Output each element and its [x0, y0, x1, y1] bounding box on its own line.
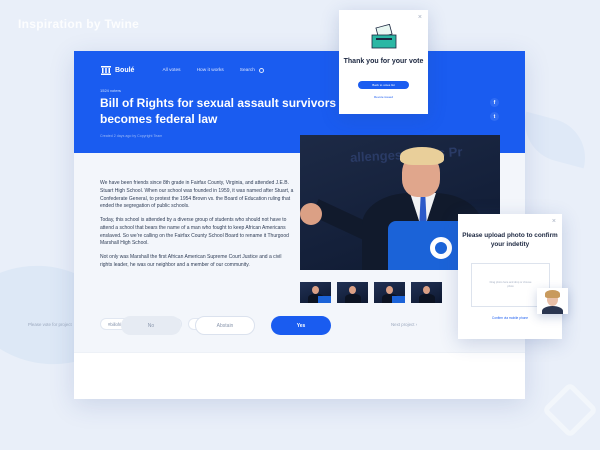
thank-you-popup: × Thank you for your vote Back to votes … — [339, 10, 428, 114]
next-project-link[interactable]: Next project › — [391, 322, 417, 327]
upload-photo-popup: × Please upload photo to confirm your in… — [458, 214, 562, 339]
columns-logo-icon — [101, 65, 111, 75]
thumbnail-image[interactable] — [300, 282, 331, 303]
vote-yes-button[interactable]: Yes — [271, 316, 331, 335]
thumb-face — [386, 286, 393, 294]
ballot-box-icon — [371, 24, 397, 49]
nav-link-all-votes[interactable]: All votes — [162, 68, 180, 73]
thumbnail-image[interactable] — [411, 282, 442, 303]
chevron-right-icon: › — [415, 322, 418, 327]
facebook-icon[interactable]: f — [490, 98, 499, 107]
article-paragraph: Today, this school is attended by a dive… — [100, 217, 289, 247]
created-meta: Created 2 days ago by Copyright Team — [100, 134, 163, 138]
nav-search-label: Search — [239, 67, 255, 73]
vote-no-button[interactable]: No — [121, 316, 181, 335]
upload-title: Please upload photo to confirm your inde… — [462, 232, 558, 248]
thumb-podium — [318, 296, 331, 303]
nav-link-how-it-works[interactable]: How it works — [197, 68, 224, 73]
user-photo-avatar — [537, 288, 568, 314]
close-icon[interactable]: × — [552, 218, 556, 225]
page-title: Bill of Rights for sexual assault surviv… — [100, 96, 337, 126]
search-icon — [258, 67, 264, 73]
thumb-body — [345, 294, 361, 303]
background-decoration — [516, 111, 594, 169]
vote-footer — [74, 352, 525, 399]
top-nav: Boulé All votes How it works Search — [101, 64, 264, 76]
avatar-hair — [545, 290, 560, 298]
nav-search[interactable]: Search — [239, 67, 264, 73]
vote-abstain-button[interactable]: Abstain — [195, 316, 255, 335]
thumbnail-image[interactable] — [337, 282, 368, 303]
close-icon[interactable]: × — [418, 14, 422, 21]
voter-count: 1524 voters — [100, 88, 121, 93]
article-text: We have been friends since 8th grade in … — [100, 180, 295, 276]
thumb-face — [312, 286, 319, 294]
thumb-face — [423, 286, 430, 294]
photo-thumbnails — [300, 282, 448, 303]
vote-hint: Please vote for project — [28, 322, 72, 327]
photo-podium-logo — [430, 237, 452, 259]
photo-hand — [300, 203, 322, 225]
article-paragraph: Not only was Marshall the first African … — [100, 254, 282, 268]
back-to-votes-button[interactable]: Back to votes list — [358, 81, 409, 89]
brand-logo[interactable]: Boulé — [115, 67, 134, 74]
watermark-text: Inspiration by Twine — [18, 17, 140, 31]
thumb-podium — [392, 296, 405, 303]
thumb-body — [419, 294, 435, 303]
photo-hair — [400, 147, 444, 165]
avatar-shoulders — [542, 306, 563, 314]
thank-you-title: Thank you for your vote — [343, 58, 424, 65]
thumbnail-image[interactable] — [374, 282, 405, 303]
confirm-via-phone-link[interactable]: Confirm via mobile phone — [458, 316, 562, 320]
article-paragraph: We have been friends since 8th grade in … — [100, 180, 294, 210]
next-project-label: Next project — [391, 322, 415, 327]
thumb-face — [349, 286, 356, 294]
twitter-icon[interactable]: t — [490, 112, 499, 121]
revote-link[interactable]: Revote issued — [339, 95, 428, 99]
watermark-logo-icon — [541, 381, 599, 439]
